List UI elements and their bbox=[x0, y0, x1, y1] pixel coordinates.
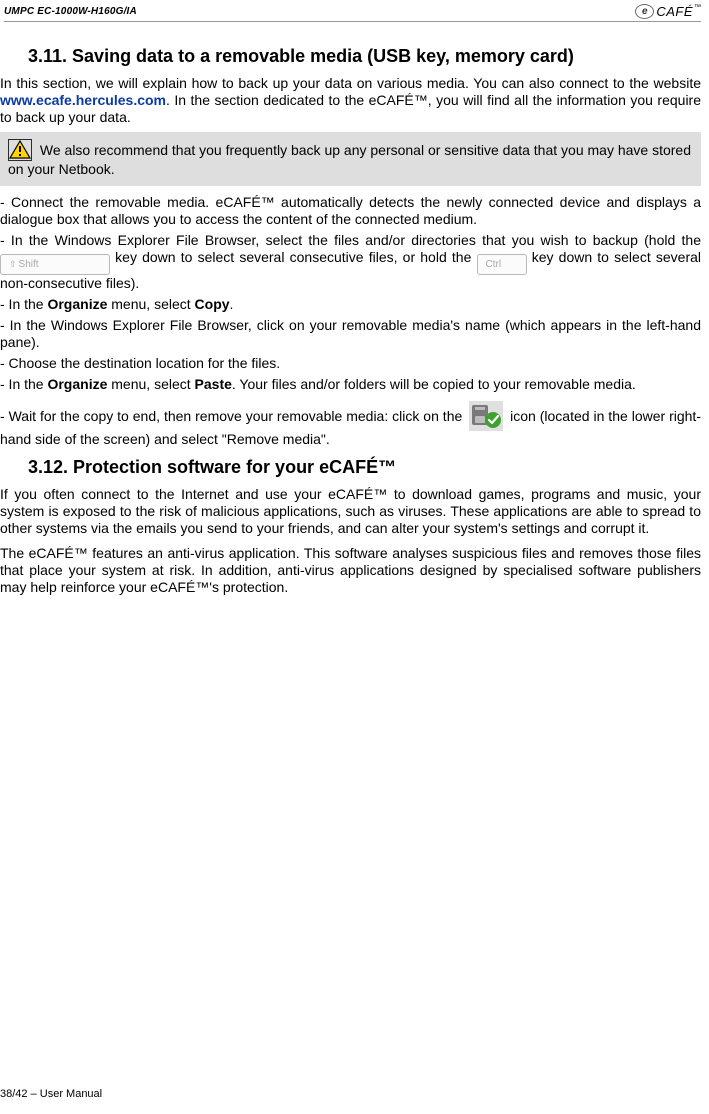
text: - Wait for the copy to end, then remove … bbox=[0, 408, 466, 424]
ecafe-logo-tm: ™ bbox=[694, 4, 701, 11]
section-2-heading: 3.12. Protection software for your eCAFÉ… bbox=[28, 457, 701, 478]
section-1-heading: 3.11. Saving data to a removable media (… bbox=[28, 46, 701, 67]
step-select-files: - In the Windows Explorer File Browser, … bbox=[0, 232, 701, 292]
page-number: 38/42 – User Manual bbox=[0, 1088, 102, 1100]
text: key down to select several consecutive f… bbox=[110, 249, 477, 265]
text: - In the bbox=[0, 376, 47, 392]
text: We also recommend that you frequently ba… bbox=[8, 142, 691, 177]
page-footer: 38/42 – User Manual bbox=[0, 1088, 102, 1100]
text: . Your files and/or folders will be copi… bbox=[232, 376, 636, 392]
safely-remove-icon bbox=[469, 401, 503, 431]
step-copy: - In the Organize menu, select Copy. bbox=[0, 296, 701, 313]
step-connect-media: - Connect the removable media. eCAFÉ™ au… bbox=[0, 194, 701, 228]
page-header: UMPC EC-1000W-H160G/IA e CAFÉ ™ bbox=[4, 4, 701, 22]
text: menu, select bbox=[107, 376, 194, 392]
warning-icon bbox=[8, 139, 32, 161]
text: . bbox=[230, 296, 234, 312]
step-paste: - In the Organize menu, select Paste. Yo… bbox=[0, 376, 701, 393]
step-click-media-name: - In the Windows Explorer File Browser, … bbox=[0, 317, 701, 351]
menu-copy: Copy bbox=[195, 296, 230, 312]
menu-organize: Organize bbox=[47, 296, 107, 312]
shift-keycap: ⇧Shift bbox=[0, 254, 110, 275]
ecafe-logo-mark: e bbox=[635, 4, 654, 19]
section-1-intro: In this section, we will explain how to … bbox=[0, 75, 701, 126]
text: In this section, we will explain how to … bbox=[0, 75, 701, 91]
menu-organize-2: Organize bbox=[47, 376, 107, 392]
section-2-p2: The eCAFÉ™ features an anti-virus applic… bbox=[0, 545, 701, 596]
ecafe-logo-word: CAFÉ bbox=[656, 4, 693, 19]
warning-callout-text: We also recommend that you frequently ba… bbox=[8, 139, 691, 178]
ctrl-key-label: Ctrl bbox=[486, 259, 502, 270]
warning-callout: We also recommend that you frequently ba… bbox=[0, 132, 701, 185]
text: menu, select bbox=[107, 296, 194, 312]
step-remove-media: - Wait for the copy to end, then remove … bbox=[0, 401, 701, 448]
model-code: UMPC EC-1000W-H160G/IA bbox=[4, 6, 137, 17]
text: - In the bbox=[0, 296, 47, 312]
page-content: 3.11. Saving data to a removable media (… bbox=[0, 22, 701, 596]
ecafe-logo: e CAFÉ ™ bbox=[635, 4, 701, 19]
section-2-p1: If you often connect to the Internet and… bbox=[0, 486, 701, 537]
text: - In the Windows Explorer File Browser, … bbox=[0, 232, 701, 248]
shift-arrow-icon: ⇧ bbox=[9, 259, 17, 269]
shift-key-label: Shift bbox=[19, 259, 39, 270]
ecafe-website-link[interactable]: www.ecafe.hercules.com bbox=[0, 92, 166, 108]
menu-paste: Paste bbox=[195, 376, 232, 392]
step-choose-destination: - Choose the destination location for th… bbox=[0, 355, 701, 372]
ctrl-keycap: Ctrl bbox=[477, 254, 527, 275]
